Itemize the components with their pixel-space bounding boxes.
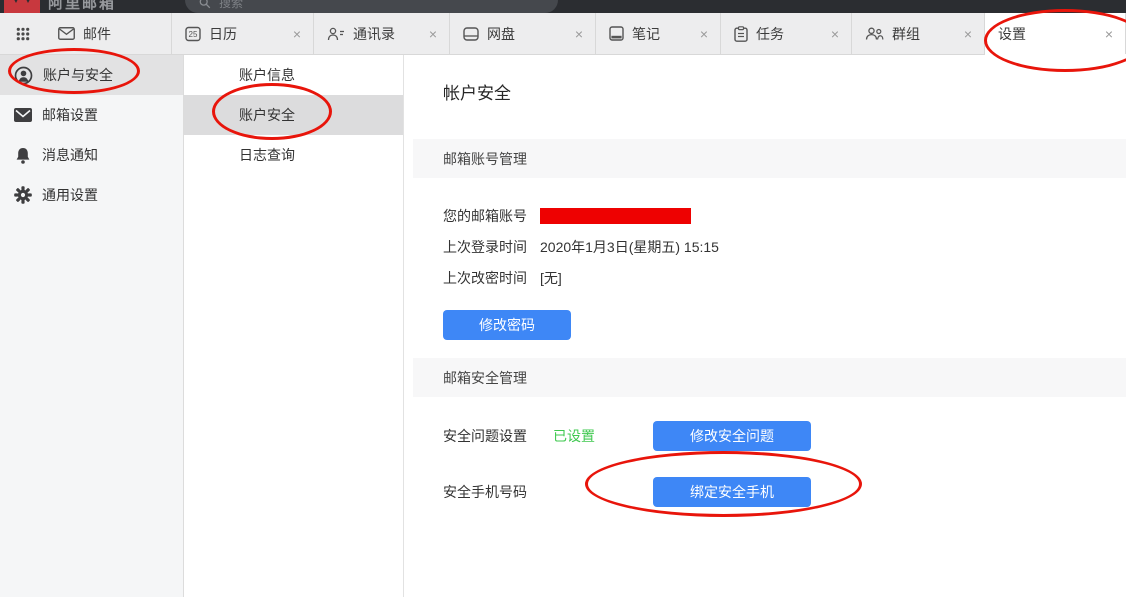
sidebar-item-label: 邮箱设置 — [42, 105, 98, 125]
sidebar-item-general-settings[interactable]: 通用设置 — [0, 175, 183, 215]
mail-icon — [58, 27, 75, 40]
close-icon[interactable]: × — [829, 25, 841, 43]
search-input[interactable]: 搜索 — [185, 0, 558, 13]
account-icon — [14, 66, 33, 85]
info-label: 您的邮箱账号 — [443, 206, 540, 226]
tab-contacts[interactable]: 通讯录 × — [314, 13, 450, 54]
app-grid-button[interactable] — [0, 13, 45, 54]
account-info-rows: 您的邮箱账号 上次登录时间 2020年1月3日(星期五) 15:15 上次改密时… — [443, 200, 1126, 293]
security-question-row: 安全问题设置 已设置 修改安全问题 — [443, 421, 1126, 451]
group-icon — [865, 27, 884, 40]
task-icon — [734, 26, 748, 42]
account-subnav: 账户信息 账户安全 日志查询 — [184, 55, 404, 597]
close-icon[interactable]: × — [698, 25, 710, 43]
tab-settings[interactable]: 设置 × — [985, 13, 1126, 54]
tab-label: 设置 — [998, 24, 1026, 44]
alimail-logo-icon — [3, 0, 41, 13]
info-value: [无] — [540, 268, 562, 288]
tab-label: 通讯录 — [353, 24, 395, 44]
close-icon[interactable]: × — [962, 25, 974, 43]
envelope-icon — [14, 108, 32, 122]
security-question-label: 安全问题设置 — [443, 426, 553, 446]
page-title: 帐户安全 — [404, 55, 1126, 104]
app-window: 阿里邮箱 搜索 — [0, 0, 1126, 597]
tab-tasks[interactable]: 任务 × — [721, 13, 852, 54]
subnav-item-label: 日志查询 — [239, 145, 295, 165]
tab-bar: 邮件 25 日历 × 通讯录 × — [0, 13, 1126, 55]
drive-icon — [463, 27, 479, 41]
info-label: 上次改密时间 — [443, 268, 540, 288]
tab-label: 日历 — [209, 24, 237, 44]
section-header-security-management: 邮箱安全管理 — [413, 358, 1126, 397]
tab-label: 任务 — [756, 24, 784, 44]
brand-text: 阿里邮箱 — [48, 0, 116, 13]
info-value: 2020年1月3日(星期五) 15:15 — [540, 237, 719, 257]
search-placeholder: 搜索 — [219, 0, 243, 9]
close-icon[interactable]: × — [291, 25, 303, 43]
close-icon[interactable]: × — [1103, 25, 1115, 43]
section-header-account-management: 邮箱账号管理 — [413, 139, 1126, 178]
info-label: 上次登录时间 — [443, 237, 540, 257]
tab-label: 笔记 — [632, 24, 660, 44]
redacted-email-value — [540, 208, 691, 224]
grid-icon — [16, 27, 30, 41]
status-badge-question-set: 已设置 — [553, 426, 595, 446]
sidebar-item-notifications[interactable]: 消息通知 — [0, 135, 183, 175]
info-row-email: 您的邮箱账号 — [443, 200, 1126, 231]
subnav-item-account-info[interactable]: 账户信息 — [184, 55, 403, 95]
tab-mail[interactable]: 邮件 — [45, 13, 172, 54]
top-bar: 阿里邮箱 搜索 — [0, 0, 1126, 13]
security-phone-row: 安全手机号码 绑定安全手机 — [443, 477, 1126, 507]
subnav-item-log-query[interactable]: 日志查询 — [184, 135, 403, 175]
tab-label: 邮件 — [83, 24, 111, 44]
contacts-icon — [327, 27, 345, 41]
sidebar-item-account-security[interactable]: 账户与安全 — [0, 55, 183, 95]
sidebar-item-mail-settings[interactable]: 邮箱设置 — [0, 95, 183, 135]
change-security-question-button[interactable]: 修改安全问题 — [653, 421, 811, 451]
info-row-last-password-change: 上次改密时间 [无] — [443, 262, 1126, 293]
settings-sidebar: 账户与安全 邮箱设置 消息通知 — [0, 55, 184, 597]
gear-icon — [14, 186, 32, 204]
info-row-last-login: 上次登录时间 2020年1月3日(星期五) 15:15 — [443, 231, 1126, 262]
tab-label: 群组 — [892, 24, 920, 44]
close-icon[interactable]: × — [573, 25, 585, 43]
tab-label: 网盘 — [487, 24, 515, 44]
tab-notes[interactable]: 笔记 × — [596, 13, 721, 54]
tab-calendar[interactable]: 25 日历 × — [172, 13, 314, 54]
bind-security-phone-button[interactable]: 绑定安全手机 — [653, 477, 811, 507]
subnav-item-label: 账户安全 — [239, 105, 295, 125]
subnav-item-account-security[interactable]: 账户安全 — [184, 95, 403, 135]
sidebar-item-label: 账户与安全 — [43, 65, 113, 85]
tab-drive[interactable]: 网盘 × — [450, 13, 596, 54]
search-icon — [199, 0, 211, 9]
section-header-label: 邮箱账号管理 — [443, 149, 527, 169]
calendar-icon: 25 — [185, 26, 201, 42]
svg-text:25: 25 — [189, 30, 198, 39]
section-header-label: 邮箱安全管理 — [443, 368, 527, 388]
bell-icon — [14, 147, 32, 164]
tab-groups[interactable]: 群组 × — [852, 13, 985, 54]
note-icon — [609, 26, 624, 41]
subnav-item-label: 账户信息 — [239, 65, 295, 85]
sidebar-item-label: 消息通知 — [42, 145, 98, 165]
sidebar-item-label: 通用设置 — [42, 185, 98, 205]
main-content: 帐户安全 邮箱账号管理 您的邮箱账号 上次登录时间 2020年1月3日(星期五)… — [404, 55, 1126, 597]
security-phone-label: 安全手机号码 — [443, 482, 553, 502]
close-icon[interactable]: × — [427, 25, 439, 43]
change-password-button[interactable]: 修改密码 — [443, 310, 571, 340]
